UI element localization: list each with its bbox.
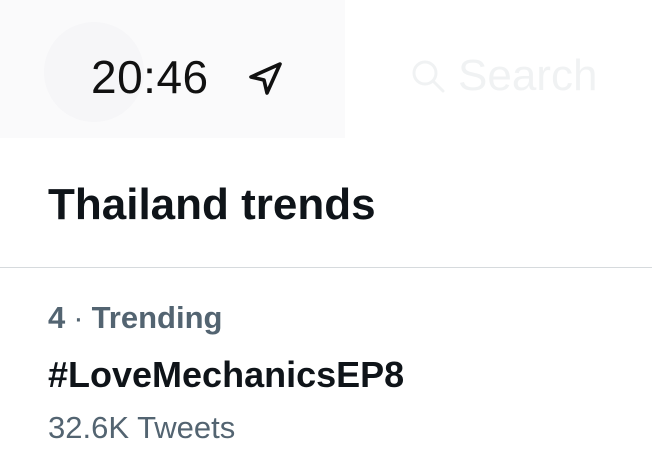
trend-rank: 4: [48, 300, 66, 335]
location-arrow-icon: [244, 58, 286, 100]
trend-item[interactable]: 4 · Trending #LoveMechanicsEP8 32.6K Tweet…: [0, 268, 652, 468]
search-placeholder: Search: [458, 51, 598, 100]
trend-separator: ·: [73, 300, 84, 335]
trend-meta: 4 · Trending: [48, 298, 222, 338]
section-title: Thailand trends: [48, 180, 376, 229]
trend-category: Trending: [91, 300, 223, 335]
status-bar: 20:46 Search: [0, 0, 652, 140]
search-bar[interactable]: Search: [410, 50, 597, 102]
trend-name[interactable]: #LoveMechanicsEP8: [48, 352, 404, 398]
trend-tweet-count: 32.6K Tweets: [48, 410, 236, 445]
status-time: 20:46: [91, 51, 209, 103]
search-icon: [410, 58, 446, 94]
